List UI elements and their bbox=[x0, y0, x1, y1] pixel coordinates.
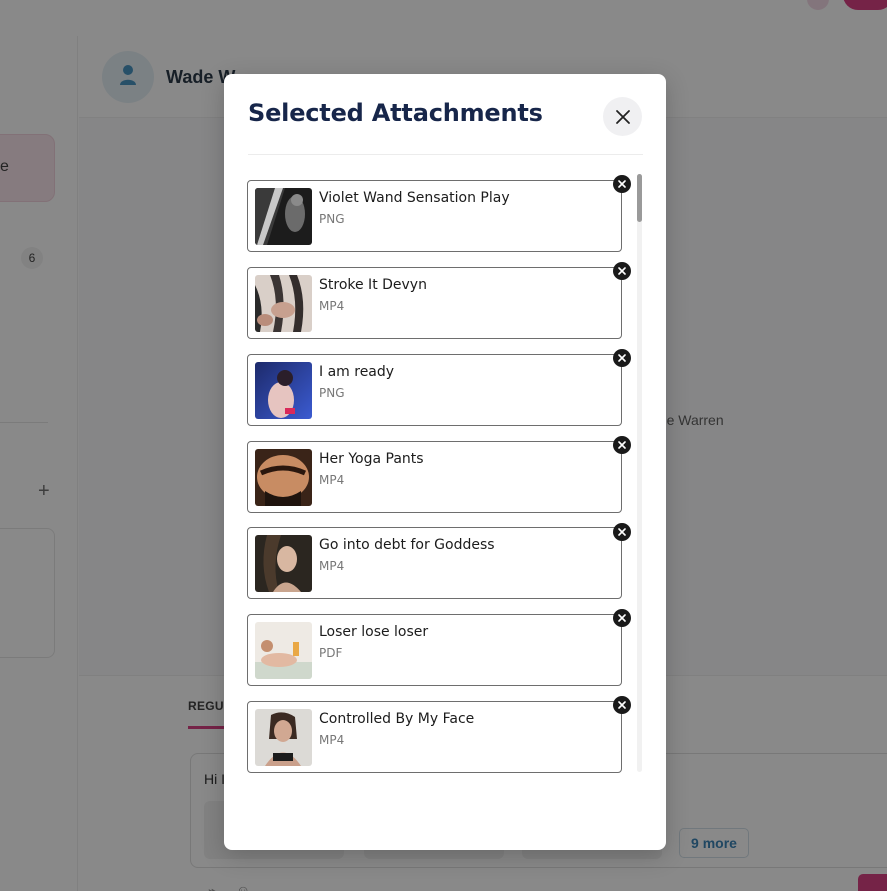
scrollbar-thumb[interactable] bbox=[637, 174, 642, 222]
attachment-thumbnail bbox=[255, 275, 312, 332]
close-icon bbox=[618, 180, 626, 188]
attachment-card: Go into debt for Goddess MP4 bbox=[247, 527, 622, 599]
close-icon bbox=[618, 354, 626, 362]
close-icon bbox=[618, 614, 626, 622]
remove-attachment-button[interactable] bbox=[613, 436, 631, 454]
close-icon bbox=[618, 701, 626, 709]
attachment-thumbnail bbox=[255, 535, 312, 592]
close-icon bbox=[615, 109, 630, 124]
attachment-title: Stroke It Devyn bbox=[319, 277, 427, 293]
remove-attachment-button[interactable] bbox=[613, 523, 631, 541]
attachment-type: PDF bbox=[319, 646, 343, 660]
attachment-title: Controlled By My Face bbox=[319, 711, 475, 727]
attachment-title: I am ready bbox=[319, 364, 395, 380]
attachment-thumbnail bbox=[255, 709, 312, 766]
attachment-thumbnail bbox=[255, 449, 312, 506]
attachment-type: PNG bbox=[319, 386, 345, 400]
attachment-thumbnail bbox=[255, 622, 312, 679]
close-icon bbox=[618, 441, 626, 449]
attachment-type: MP4 bbox=[319, 473, 345, 487]
attachment-type: MP4 bbox=[319, 733, 345, 747]
attachment-card: Violet Wand Sensation Play PNG bbox=[247, 180, 622, 252]
attachment-card: Loser lose loser PDF bbox=[247, 614, 622, 686]
attachment-card: I am ready PNG bbox=[247, 354, 622, 426]
remove-attachment-button[interactable] bbox=[613, 262, 631, 280]
remove-attachment-button[interactable] bbox=[613, 349, 631, 367]
remove-attachment-button[interactable] bbox=[613, 609, 631, 627]
attachment-title: Violet Wand Sensation Play bbox=[319, 190, 510, 206]
close-button[interactable] bbox=[603, 97, 642, 136]
attachment-type: PNG bbox=[319, 212, 345, 226]
modal-divider bbox=[248, 154, 643, 155]
attachment-thumbnail bbox=[255, 188, 312, 245]
selected-attachments-modal: Selected Attachments Violet Wand Sensati… bbox=[224, 74, 666, 850]
attachment-card: Stroke It Devyn MP4 bbox=[247, 267, 622, 339]
remove-attachment-button[interactable] bbox=[613, 175, 631, 193]
attachment-card: Controlled By My Face MP4 bbox=[247, 701, 622, 773]
attachment-thumbnail bbox=[255, 362, 312, 419]
close-icon bbox=[618, 267, 626, 275]
attachment-type: MP4 bbox=[319, 559, 345, 573]
attachment-title: Loser lose loser bbox=[319, 624, 429, 640]
attachment-type: MP4 bbox=[319, 299, 345, 313]
modal-title: Selected Attachments bbox=[248, 99, 543, 127]
attachment-title: Go into debt for Goddess bbox=[319, 537, 495, 553]
remove-attachment-button[interactable] bbox=[613, 696, 631, 714]
scrollbar-track[interactable] bbox=[637, 174, 642, 772]
close-icon bbox=[618, 528, 626, 536]
attachment-card: Her Yoga Pants MP4 bbox=[247, 441, 622, 513]
attachment-title: Her Yoga Pants bbox=[319, 451, 424, 467]
